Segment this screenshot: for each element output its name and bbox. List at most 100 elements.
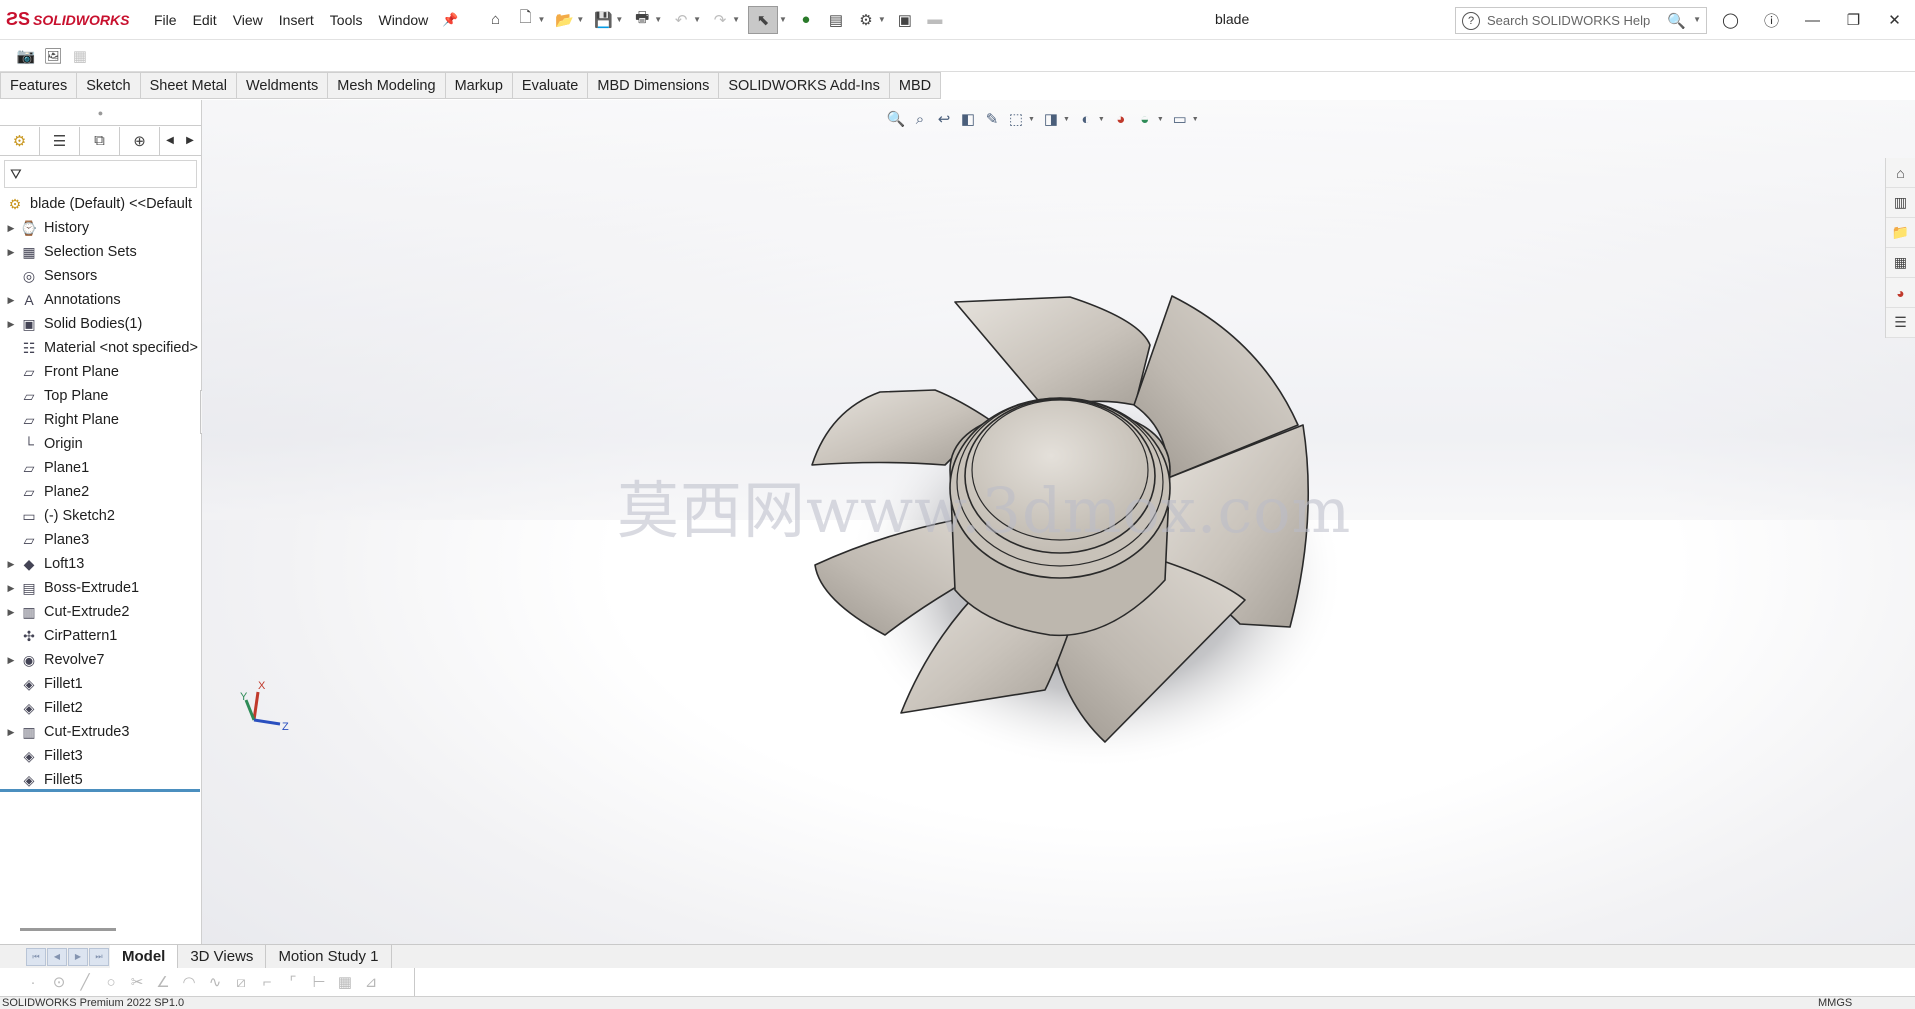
- tree-item[interactable]: ▱ Plane3: [0, 528, 200, 552]
- new-dropdown-icon[interactable]: ▼: [537, 15, 545, 24]
- save-dropdown-icon[interactable]: ▼: [615, 15, 623, 24]
- tree-item[interactable]: ▶ ◆ Loft13: [0, 552, 200, 576]
- menu-insert[interactable]: Insert: [279, 12, 314, 28]
- configurationmanager-tab-icon[interactable]: ⧉: [80, 126, 120, 155]
- open-dropdown-icon[interactable]: ▼: [576, 15, 584, 24]
- print-icon[interactable]: 🖶: [631, 9, 653, 31]
- tree-item[interactable]: ▶ ▦ Selection Sets: [0, 240, 200, 264]
- tab-weldments[interactable]: Weldments: [236, 72, 329, 99]
- grid-icon[interactable]: ▦: [332, 973, 358, 991]
- tree-item[interactable]: ◈ Fillet1: [0, 672, 200, 696]
- point-icon[interactable]: ·: [20, 974, 46, 991]
- tab-scroll-left-icon[interactable]: ◀: [160, 135, 180, 146]
- tab-scroll-right-icon[interactable]: ▶: [180, 135, 200, 146]
- tree-item[interactable]: ◈ Fillet2: [0, 696, 200, 720]
- tab-solidworks-add-ins[interactable]: SOLIDWORKS Add-Ins: [719, 72, 890, 99]
- menu-tools[interactable]: Tools: [330, 12, 363, 28]
- record-video-icon[interactable]: ▬: [924, 9, 946, 31]
- tree-item[interactable]: ☷ Material <not specified>: [0, 336, 200, 360]
- arc-icon[interactable]: ◠: [176, 973, 202, 991]
- tab-mesh-modeling[interactable]: Mesh Modeling: [328, 72, 446, 99]
- menu-file[interactable]: File: [154, 12, 177, 28]
- appearances-scenes-icon[interactable]: ◕: [1886, 278, 1915, 308]
- tab-sketch[interactable]: Sketch: [77, 72, 141, 99]
- slot-icon[interactable]: ⧄: [228, 974, 254, 991]
- expand-arrow-icon[interactable]: ▶: [4, 607, 18, 618]
- pin-icon[interactable]: 📌: [442, 12, 458, 28]
- tree-item[interactable]: ▶ ◉ Revolve7: [0, 648, 200, 672]
- graphics-area[interactable]: 🔍 ⌕ ↩ ◧ ✎ ⬚▼ ◨▼ ◐▼ ◕ ◒▼ ▭▼ ◫ ◫ — ❐ ✕: [202, 100, 1915, 944]
- redo-icon[interactable]: ↷: [709, 9, 731, 31]
- tab-sheet-metal[interactable]: Sheet Metal: [140, 72, 237, 99]
- take-snapshot-icon[interactable]: 🖼: [41, 45, 65, 67]
- search-dropdown-icon[interactable]: ▼: [1693, 15, 1701, 24]
- tab-3d-views[interactable]: 3D Views: [178, 945, 267, 968]
- print-dropdown-icon[interactable]: ▼: [654, 15, 662, 24]
- tab-evaluate[interactable]: Evaluate: [512, 72, 589, 99]
- panel-horizontal-scrollbar[interactable]: [20, 928, 116, 931]
- new-document-icon[interactable]: 🗋: [514, 9, 536, 31]
- menu-window[interactable]: Window: [378, 12, 428, 28]
- tab-markup[interactable]: Markup: [445, 72, 513, 99]
- featuremanager-tab-icon[interactable]: ⚙: [0, 126, 40, 155]
- next-tab-icon[interactable]: ▶: [68, 947, 88, 966]
- home-icon[interactable]: ⌂: [484, 9, 506, 31]
- tree-item[interactable]: ▶ ▥ Cut-Extrude2: [0, 600, 200, 624]
- trim-icon[interactable]: ✂: [124, 973, 150, 991]
- line-icon[interactable]: ╱: [72, 973, 98, 991]
- search-input[interactable]: Search SOLIDWORKS Help: [1487, 13, 1650, 28]
- open-folder-icon[interactable]: 📂: [553, 9, 575, 31]
- tree-item[interactable]: ✣ CirPattern1: [0, 624, 200, 648]
- smart-dimension-icon[interactable]: ⊢: [306, 973, 332, 991]
- tree-item[interactable]: ▶ ▤ Boss-Extrude1: [0, 576, 200, 600]
- tree-item[interactable]: ▶ ▥ Cut-Extrude3: [0, 720, 200, 744]
- tree-item[interactable]: ▱ Top Plane: [0, 384, 200, 408]
- tab-mbd[interactable]: MBD: [889, 72, 942, 99]
- camera-icon[interactable]: 📷: [14, 45, 38, 67]
- save-icon[interactable]: 💾: [592, 9, 614, 31]
- expand-arrow-icon[interactable]: ▶: [4, 559, 18, 570]
- undo-icon[interactable]: ↶: [670, 9, 692, 31]
- circle-icon[interactable]: ○: [98, 974, 124, 991]
- measure-icon[interactable]: ⊿: [358, 973, 384, 991]
- search-icon[interactable]: 🔍: [1667, 12, 1686, 30]
- status-units[interactable]: MMGS: [1818, 997, 1852, 1009]
- angle-icon[interactable]: ∠: [150, 973, 176, 991]
- select-dropdown-icon[interactable]: ▼: [779, 15, 787, 24]
- first-tab-icon[interactable]: ⏮: [26, 947, 46, 966]
- tree-item[interactable]: ▱ Front Plane: [0, 360, 200, 384]
- options-gear-icon[interactable]: ⚙: [855, 9, 877, 31]
- snapshot-disabled-icon[interactable]: ▦: [68, 45, 92, 67]
- tree-item[interactable]: ▶ ⌚ History: [0, 216, 200, 240]
- solidworks-logo[interactable]: ƧS SOLIDWORKS: [6, 9, 146, 30]
- expand-arrow-icon[interactable]: ▶: [4, 727, 18, 738]
- view-palette-icon[interactable]: ▦: [1886, 248, 1915, 278]
- expand-arrow-icon[interactable]: ▶: [4, 247, 18, 258]
- menu-edit[interactable]: Edit: [193, 12, 217, 28]
- expand-arrow-icon[interactable]: ▶: [4, 319, 18, 330]
- file-properties-icon[interactable]: ▤: [825, 9, 847, 31]
- tab-model[interactable]: Model: [110, 945, 179, 968]
- search-help-box[interactable]: ? Search SOLIDWORKS Help 🔍 ▼: [1455, 7, 1707, 34]
- tree-item[interactable]: ◎ Sensors: [0, 264, 200, 288]
- minimize-icon[interactable]: —: [1792, 12, 1833, 29]
- tab-mbd-dimensions[interactable]: MBD Dimensions: [588, 72, 720, 99]
- tab-motion-study-1[interactable]: Motion Study 1: [266, 945, 392, 968]
- user-account-icon[interactable]: ◯: [1710, 11, 1751, 29]
- help-icon[interactable]: ⓘ: [1751, 10, 1792, 31]
- tree-item[interactable]: ▭ (-) Sketch2: [0, 504, 200, 528]
- last-tab-icon[interactable]: ⏭: [89, 947, 109, 966]
- tree-item[interactable]: ▶ A Annotations: [0, 288, 200, 312]
- tree-item[interactable]: ▱ Plane1: [0, 456, 200, 480]
- undo-dropdown-icon[interactable]: ▼: [693, 15, 701, 24]
- menu-view[interactable]: View: [233, 12, 263, 28]
- close-icon[interactable]: ✕: [1874, 11, 1915, 29]
- prev-tab-icon[interactable]: ◀: [47, 947, 67, 966]
- expand-arrow-icon[interactable]: ▶: [4, 583, 18, 594]
- expand-arrow-icon[interactable]: ▶: [4, 295, 18, 306]
- propertymanager-tab-icon[interactable]: ☰: [40, 126, 80, 155]
- tree-item[interactable]: ⚙ blade (Default) <<Default: [0, 192, 200, 216]
- screen-capture-icon[interactable]: ▣: [894, 9, 916, 31]
- tree-item[interactable]: ▱ Plane2: [0, 480, 200, 504]
- tree-filter-field[interactable]: ⛛: [4, 160, 197, 188]
